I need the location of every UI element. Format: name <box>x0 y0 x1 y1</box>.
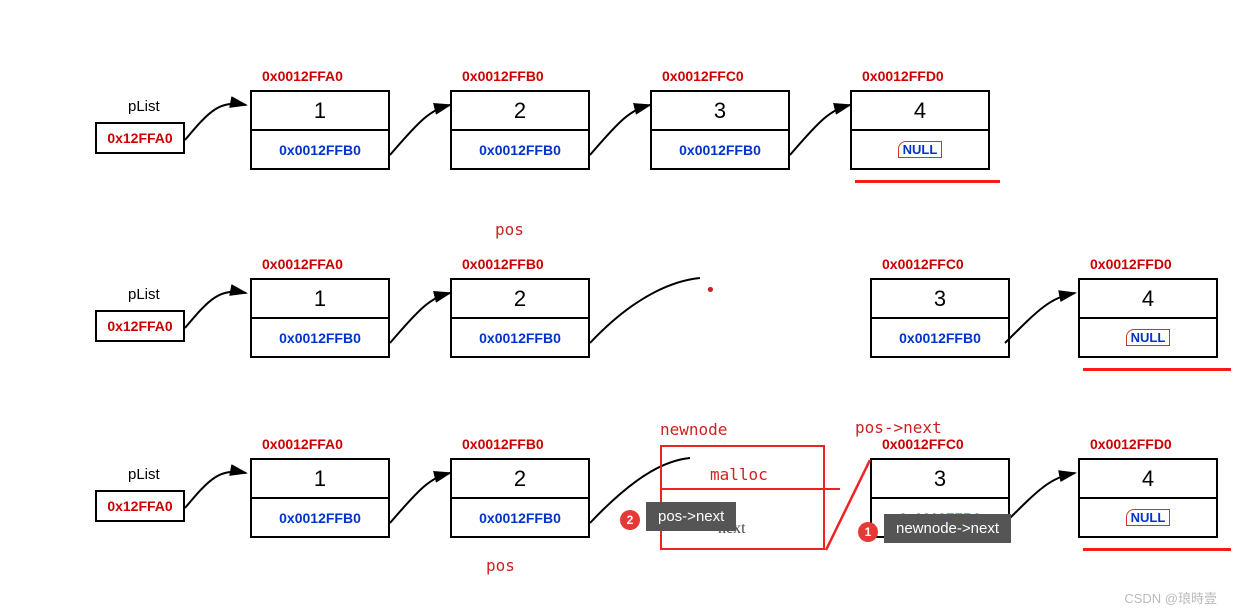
callout-newnode-next: newnode->next <box>884 514 1011 543</box>
null-value-3: NULL <box>1126 509 1171 526</box>
r2-node3-next: 0x0012FFB0 <box>872 319 1008 356</box>
callout-pos-next: pos->next <box>646 502 736 531</box>
r2-node3-data: 3 <box>872 280 1008 319</box>
null-value-2: NULL <box>1126 329 1171 346</box>
node4-data: 4 <box>852 92 988 131</box>
plist-label-3: pList <box>128 466 160 483</box>
newnode-divider <box>660 488 840 490</box>
r3-node-1: 1 0x0012FFB0 <box>250 458 390 538</box>
r3-node1-data: 1 <box>252 460 388 499</box>
node3-data: 3 <box>652 92 788 131</box>
plist-box: 0x12FFA0 <box>95 122 185 154</box>
plist-addr-3: 0x12FFA0 <box>107 498 172 514</box>
node-1: 1 0x0012FFB0 <box>250 90 390 170</box>
r3-node3-data: 3 <box>872 460 1008 499</box>
r2-node4-addr: 0x0012FFD0 <box>1090 256 1172 272</box>
watermark: CSDN @琅時壹 <box>1124 588 1217 607</box>
r2-node3-addr: 0x0012FFC0 <box>882 256 964 272</box>
badge-2: 2 <box>620 510 640 530</box>
node-3: 3 0x0012FFB0 <box>650 90 790 170</box>
underline-1 <box>855 180 1000 183</box>
plist-label-2: pList <box>128 286 160 303</box>
node1-addr: 0x0012FFA0 <box>262 68 343 84</box>
r2-node-1: 1 0x0012FFB0 <box>250 278 390 358</box>
r2-node4-data: 4 <box>1080 280 1216 319</box>
r2-node-3: 3 0x0012FFB0 <box>870 278 1010 358</box>
pos-label-row2: pos <box>495 220 524 239</box>
r3-node-2: 2 0x0012FFB0 <box>450 458 590 538</box>
node2-data: 2 <box>452 92 588 131</box>
posnext-label: pos->next <box>855 418 942 437</box>
node3-next: 0x0012FFB0 <box>652 131 788 168</box>
plist-box-2: 0x12FFA0 <box>95 310 185 342</box>
r2-node-2: 2 0x0012FFB0 <box>450 278 590 358</box>
r3-node2-next: 0x0012FFB0 <box>452 499 588 536</box>
r2-node1-next: 0x0012FFB0 <box>252 319 388 356</box>
underline-3 <box>1083 548 1231 551</box>
node1-next: 0x0012FFB0 <box>252 131 388 168</box>
node1-data: 1 <box>252 92 388 131</box>
r3-node2-data: 2 <box>452 460 588 499</box>
r3-node-4: 4 NULL <box>1078 458 1218 538</box>
r2-node1-data: 1 <box>252 280 388 319</box>
linked-list-diagram: pList 0x12FFA0 0x0012FFA0 1 0x0012FFB0 0… <box>0 0 1237 615</box>
r2-node1-addr: 0x0012FFA0 <box>262 256 343 272</box>
malloc-label: malloc <box>710 465 768 484</box>
plist-box-3: 0x12FFA0 <box>95 490 185 522</box>
r3-node4-data: 4 <box>1080 460 1216 499</box>
r2-node-4: 4 NULL <box>1078 278 1218 358</box>
r2-node2-data: 2 <box>452 280 588 319</box>
r3-node4-next: NULL <box>1080 499 1216 536</box>
node3-addr: 0x0012FFC0 <box>662 68 744 84</box>
r2-node2-next: 0x0012FFB0 <box>452 319 588 356</box>
node-2: 2 0x0012FFB0 <box>450 90 590 170</box>
newnode-label: newnode <box>660 420 727 439</box>
r2-node2-addr: 0x0012FFB0 <box>462 256 544 272</box>
node4-addr: 0x0012FFD0 <box>862 68 944 84</box>
badge-1: 1 <box>858 522 878 542</box>
plist-addr-2: 0x12FFA0 <box>107 318 172 334</box>
node-4: 4 NULL <box>850 90 990 170</box>
plist-addr: 0x12FFA0 <box>107 130 172 146</box>
node2-next: 0x0012FFB0 <box>452 131 588 168</box>
r3-node2-addr: 0x0012FFB0 <box>462 436 544 452</box>
pos-label-row3: pos <box>486 556 515 575</box>
dot-marker: • <box>705 280 716 301</box>
underline-2 <box>1083 368 1231 371</box>
r3-node1-addr: 0x0012FFA0 <box>262 436 343 452</box>
node2-addr: 0x0012FFB0 <box>462 68 544 84</box>
null-value: NULL <box>898 141 943 158</box>
arrows-layer <box>0 0 1237 615</box>
r3-node3-addr: 0x0012FFC0 <box>882 436 964 452</box>
node4-next: NULL <box>852 131 988 168</box>
r3-node4-addr: 0x0012FFD0 <box>1090 436 1172 452</box>
r3-node1-next: 0x0012FFB0 <box>252 499 388 536</box>
plist-label: pList <box>128 98 160 115</box>
r2-node4-next: NULL <box>1080 319 1216 356</box>
